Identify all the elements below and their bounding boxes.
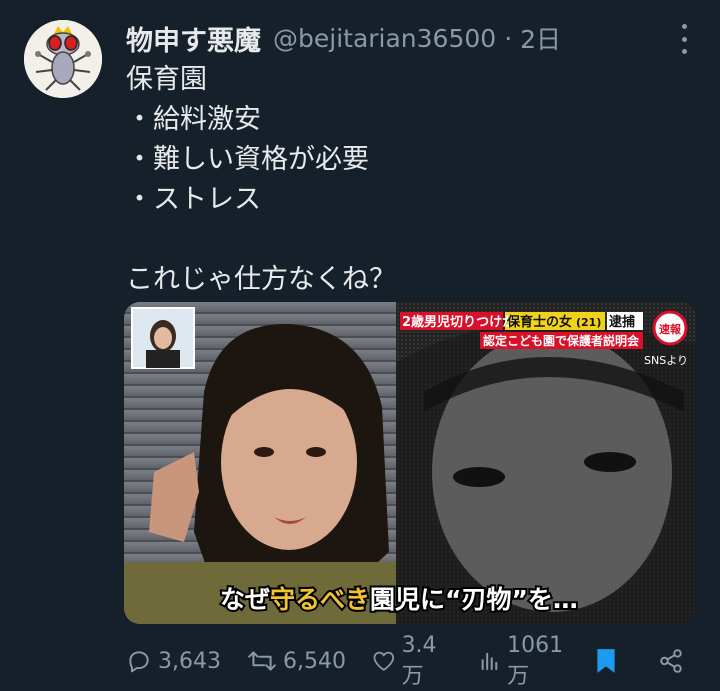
retweet-count: 6,540 [282, 648, 346, 674]
tweet-line: ・ストレス [126, 184, 261, 215]
view-count: 1061万 [507, 632, 564, 689]
source-label: SNSより [644, 354, 688, 367]
caption-text: なぜ守るべき園児に“刃物”を… [220, 585, 578, 614]
share-icon [660, 649, 682, 673]
views-button[interactable]: 1061万 [479, 633, 578, 690]
user-handle[interactable]: @bejitarian36500 [273, 24, 496, 53]
headline-text: (21) [576, 316, 601, 329]
heart-icon [373, 651, 394, 671]
timestamp[interactable]: 2日 [520, 20, 561, 56]
headline-text: 保育士の女 [506, 314, 572, 330]
bug-mascot-icon [24, 20, 102, 98]
headline-text: 2歳男児切りつけか [402, 314, 515, 330]
tweet-line [126, 220, 696, 260]
tweet-line: ・給料激安 [126, 104, 261, 135]
share-button[interactable] [658, 648, 690, 674]
reply-count: 3,643 [158, 648, 221, 674]
tweet-line: これじゃ仕方なくね？ [126, 264, 396, 295]
tweet-line: 保育園 [126, 64, 207, 95]
breaking-badge: 速報 [659, 322, 682, 336]
like-button[interactable]: 3.4万 [372, 633, 453, 690]
retweet-icon [248, 651, 276, 671]
tweet-media[interactable]: 2歳男児切りつけか 保育士の女 (21) 逮捕 認定こども園で保護者説明会 速報… [124, 302, 696, 624]
retweet-button[interactable]: 6,540 [247, 648, 346, 674]
tweet-text: 保育園 ・給料激安 ・難しい資格が必要 ・ストレス これじゃ仕方なくね？ [126, 60, 696, 300]
more-options-icon[interactable] [678, 24, 690, 54]
reply-button[interactable]: 3,643 [126, 648, 221, 674]
tweet-header: 物申す悪魔 @bejitarian36500 · 2日 [126, 18, 700, 58]
like-count: 3.4万 [401, 632, 437, 689]
analytics-icon [481, 652, 498, 671]
headline-text: 逮捕 [609, 314, 635, 330]
news-screenshot: 2歳男児切りつけか 保育士の女 (21) 逮捕 認定こども園で保護者説明会 速報… [124, 302, 696, 624]
bookmark-icon [597, 649, 615, 673]
subheadline-text: 認定こども園で保護者説明会 [483, 333, 640, 348]
tweet-line: ・難しい資格が必要 [126, 144, 369, 175]
bookmark-button[interactable] [594, 647, 624, 675]
reply-icon [129, 651, 149, 673]
separator: · [504, 23, 513, 53]
avatar[interactable] [24, 20, 102, 98]
display-name[interactable]: 物申す悪魔 [126, 19, 261, 58]
action-bar: 3,643 6,540 3.4万 1061万 [126, 633, 690, 689]
